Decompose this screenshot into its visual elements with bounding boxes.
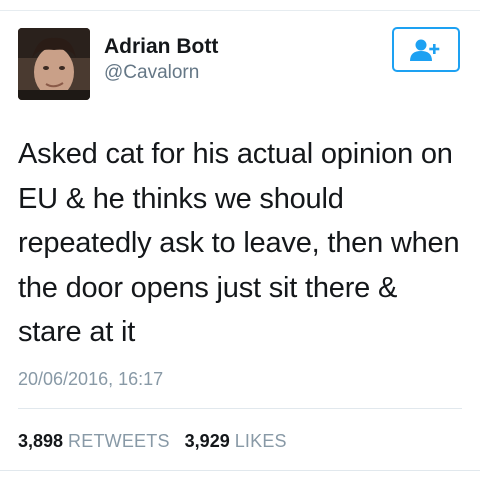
user-handle[interactable]: @Cavalorn: [104, 60, 218, 86]
display-name[interactable]: Adrian Bott: [104, 34, 218, 60]
follow-button[interactable]: [392, 27, 460, 72]
retweets-count: 3,898: [18, 431, 64, 451]
tweet-text: Asked cat for his actual opinion on EU &…: [18, 138, 460, 348]
divider: [18, 408, 462, 409]
likes-stat[interactable]: 3,929 LIKES: [185, 431, 287, 451]
tweet-timestamp[interactable]: 20/06/2016, 16:17: [18, 368, 163, 390]
tweet-card: Adrian Bott @Cavalorn Asked cat for his …: [0, 0, 480, 480]
bottom-divider: [0, 470, 480, 471]
tweet-stats: 3,898 RETWEETS 3,929 LIKES: [18, 430, 297, 452]
likes-label: LIKES: [234, 431, 287, 451]
add-user-icon: [410, 39, 440, 61]
avatar[interactable]: [18, 28, 90, 100]
avatar-image: [18, 28, 90, 100]
retweets-label: RETWEETS: [68, 431, 170, 451]
user-info: Adrian Bott @Cavalorn: [104, 34, 218, 86]
retweets-stat[interactable]: 3,898 RETWEETS: [18, 431, 170, 451]
top-divider: [0, 0, 480, 11]
likes-count: 3,929: [184, 431, 230, 451]
